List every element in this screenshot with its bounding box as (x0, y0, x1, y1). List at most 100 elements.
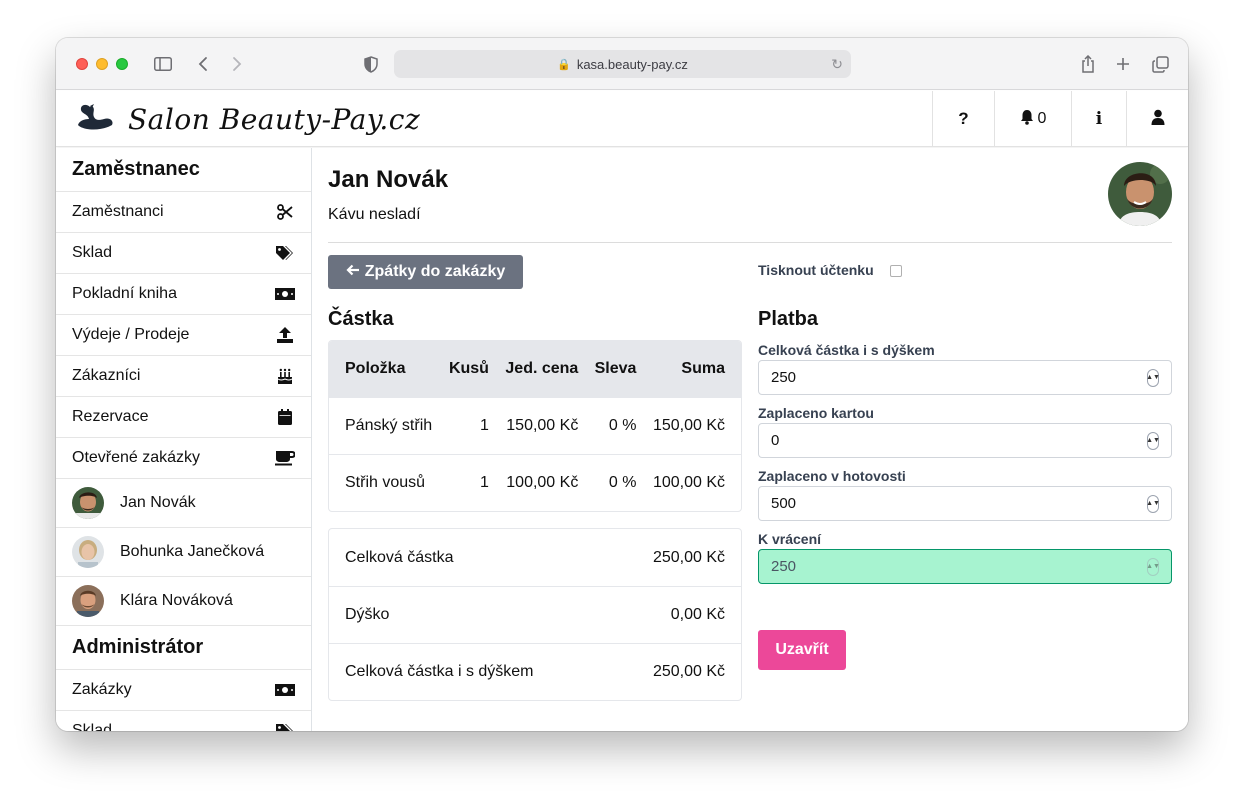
sidebar-item-reservations[interactable]: Rezervace (56, 397, 311, 438)
item-qty: 1 (440, 396, 497, 454)
customer-note: Kávu nesladí (328, 206, 421, 223)
notification-count: 0 (1037, 110, 1047, 127)
total-with-tip-label: Celková částka i s dýškem (758, 342, 935, 358)
back-button-label: Zpátky do zakázky (364, 263, 506, 280)
item-qty: 1 (440, 453, 497, 511)
change-due-label: K vrácení (758, 531, 822, 547)
help-button[interactable]: ? (932, 91, 994, 147)
brand[interactable]: Salon Beauty-Pay.cz (76, 99, 420, 139)
reload-icon[interactable]: ↻ (831, 56, 843, 73)
tags-icon (275, 245, 295, 261)
tags-icon (275, 723, 295, 731)
tabs-overview-icon[interactable] (1150, 52, 1170, 76)
share-icon[interactable] (1078, 52, 1098, 76)
table-row: Střih vousů 1 100,00 Kč 0 % 100,00 Kč (329, 453, 741, 511)
payment-title: Platba (758, 308, 819, 330)
zoom-window-button[interactable] (116, 58, 128, 70)
divider (328, 242, 1172, 243)
sidebar-item-cashbook[interactable]: Pokladní kniha (56, 274, 311, 315)
summary-label: Celková částka i s dýškem (345, 663, 534, 680)
input-value: 250 (771, 558, 797, 575)
sidebar-item-employees[interactable]: Zaměstnanci (56, 192, 311, 233)
url-text: kasa.beauty-pay.cz (576, 56, 688, 72)
print-receipt-label: Tisknout účtenku (758, 262, 874, 278)
address-bar[interactable]: 🔒 kasa.beauty-pay.cz ↻ (394, 50, 851, 78)
arrow-left-icon (346, 263, 360, 281)
amount-title: Částka (328, 308, 394, 330)
sidebar-item-label: Rezervace (72, 408, 149, 425)
forward-nav-icon[interactable] (228, 52, 246, 76)
sidebar-person-jan-novak[interactable]: Jan Novák (56, 479, 311, 528)
summary-row-total-with-tip: Celková částka i s dýškem 250,00 Kč (329, 643, 741, 700)
close-window-button[interactable] (76, 58, 88, 70)
input-value: 0 (771, 432, 780, 449)
back-nav-icon[interactable] (194, 52, 212, 76)
upload-icon (275, 327, 295, 343)
change-due-input: 250 ▲▼ (758, 549, 1172, 584)
sidebar-item-open-orders[interactable]: Otevřené zakázky (56, 438, 311, 479)
paid-in-cash-input[interactable]: 500 ▲▼ (758, 486, 1172, 521)
column-header: Jed. cena (496, 341, 587, 397)
user-icon (1151, 109, 1165, 130)
summary-label: Celková částka (345, 548, 454, 566)
item-unit-price: 100,00 Kč (496, 453, 587, 511)
close-order-button[interactable]: Uzavřít (758, 630, 846, 670)
browser-window: 🔒 kasa.beauty-pay.cz ↻ Salon Beauty-Pay.… (56, 38, 1188, 731)
sidebar-item-stock[interactable]: Sklad (56, 233, 311, 274)
spinner-icon[interactable]: ▲▼ (1146, 368, 1160, 387)
admin-heading: Administrátor (56, 626, 311, 670)
sidebar-item-orders[interactable]: Zakázky (56, 670, 311, 711)
sidebar-item-label: Zákazníci (72, 367, 141, 384)
sidebar-toggle-icon[interactable] (152, 52, 174, 76)
employee-heading: Zaměstnanec (56, 148, 311, 192)
sidebar-person-bohunka-janeckova[interactable]: Bohunka Janečková (56, 528, 311, 577)
info-button[interactable]: i (1071, 91, 1126, 147)
back-to-order-button[interactable]: Zpátky do zakázky (328, 255, 523, 289)
summary-row-tip: Dýško 0,00 Kč (329, 586, 741, 643)
total-with-tip-input[interactable]: 250 ▲▼ (758, 360, 1172, 395)
table-row: Pánský střih 1 150,00 Kč 0 % 150,00 Kč (329, 396, 741, 454)
items-table: Položka Kusů Jed. cena Sleva Suma Pánský… (329, 341, 741, 511)
sidebar-item-label: Zaměstnanci (72, 203, 164, 220)
sidebar-person-klara-novakova[interactable]: Klára Nováková (56, 577, 311, 626)
paid-in-cash-label: Zaplaceno v hotovosti (758, 468, 906, 484)
shield-icon[interactable] (360, 52, 382, 76)
money-bill-icon (275, 288, 295, 300)
sidebar-person-name: Jan Novák (120, 494, 196, 511)
spinner-icon[interactable]: ▲▼ (1146, 431, 1160, 450)
column-header: Kusů (440, 341, 497, 397)
summary-value: 250,00 Kč (652, 548, 725, 566)
column-header: Suma (644, 341, 741, 397)
customer-name: Jan Novák (328, 166, 449, 193)
column-header: Položka (329, 341, 441, 397)
new-tab-icon[interactable] (1114, 52, 1132, 76)
items-card: Položka Kusů Jed. cena Sleva Suma Pánský… (328, 340, 742, 512)
sidebar-item-label: Sklad (72, 722, 113, 731)
print-receipt-checkbox[interactable] (890, 265, 902, 277)
summary-label: Dýško (345, 606, 390, 623)
sidebar-item-customers[interactable]: Zákazníci (56, 356, 311, 397)
sidebar-item-label: Otevřené zakázky (72, 449, 201, 466)
notifications-button[interactable]: 0 (994, 91, 1071, 147)
table-header-row: Položka Kusů Jed. cena Sleva Suma (329, 341, 741, 397)
money-bill-icon (275, 684, 295, 696)
scissors-icon (275, 204, 295, 220)
input-value: 500 (771, 495, 797, 512)
paid-by-card-label: Zaplaceno kartou (758, 405, 874, 421)
bell-icon (1020, 109, 1034, 130)
item-total: 100,00 Kč (644, 453, 741, 511)
birthday-cake-icon (275, 368, 295, 384)
sidebar-item-admin-stock[interactable]: Sklad (56, 711, 311, 731)
input-value: 250 (771, 369, 797, 386)
spinner-icon[interactable]: ▲▼ (1146, 494, 1160, 513)
sidebar-item-label: Zakázky (72, 681, 132, 698)
summary-row-total: Celková částka 250,00 Kč (329, 529, 741, 586)
avatar (72, 585, 104, 617)
user-menu-button[interactable] (1126, 91, 1188, 147)
sidebar-item-label: Výdeje / Prodeje (72, 326, 190, 343)
avatar (72, 536, 104, 568)
minimize-window-button[interactable] (96, 58, 108, 70)
paid-by-card-input[interactable]: 0 ▲▼ (758, 423, 1172, 458)
sidebar-item-issues-sales[interactable]: Výdeje / Prodeje (56, 315, 311, 356)
item-name: Pánský střih (329, 396, 441, 454)
